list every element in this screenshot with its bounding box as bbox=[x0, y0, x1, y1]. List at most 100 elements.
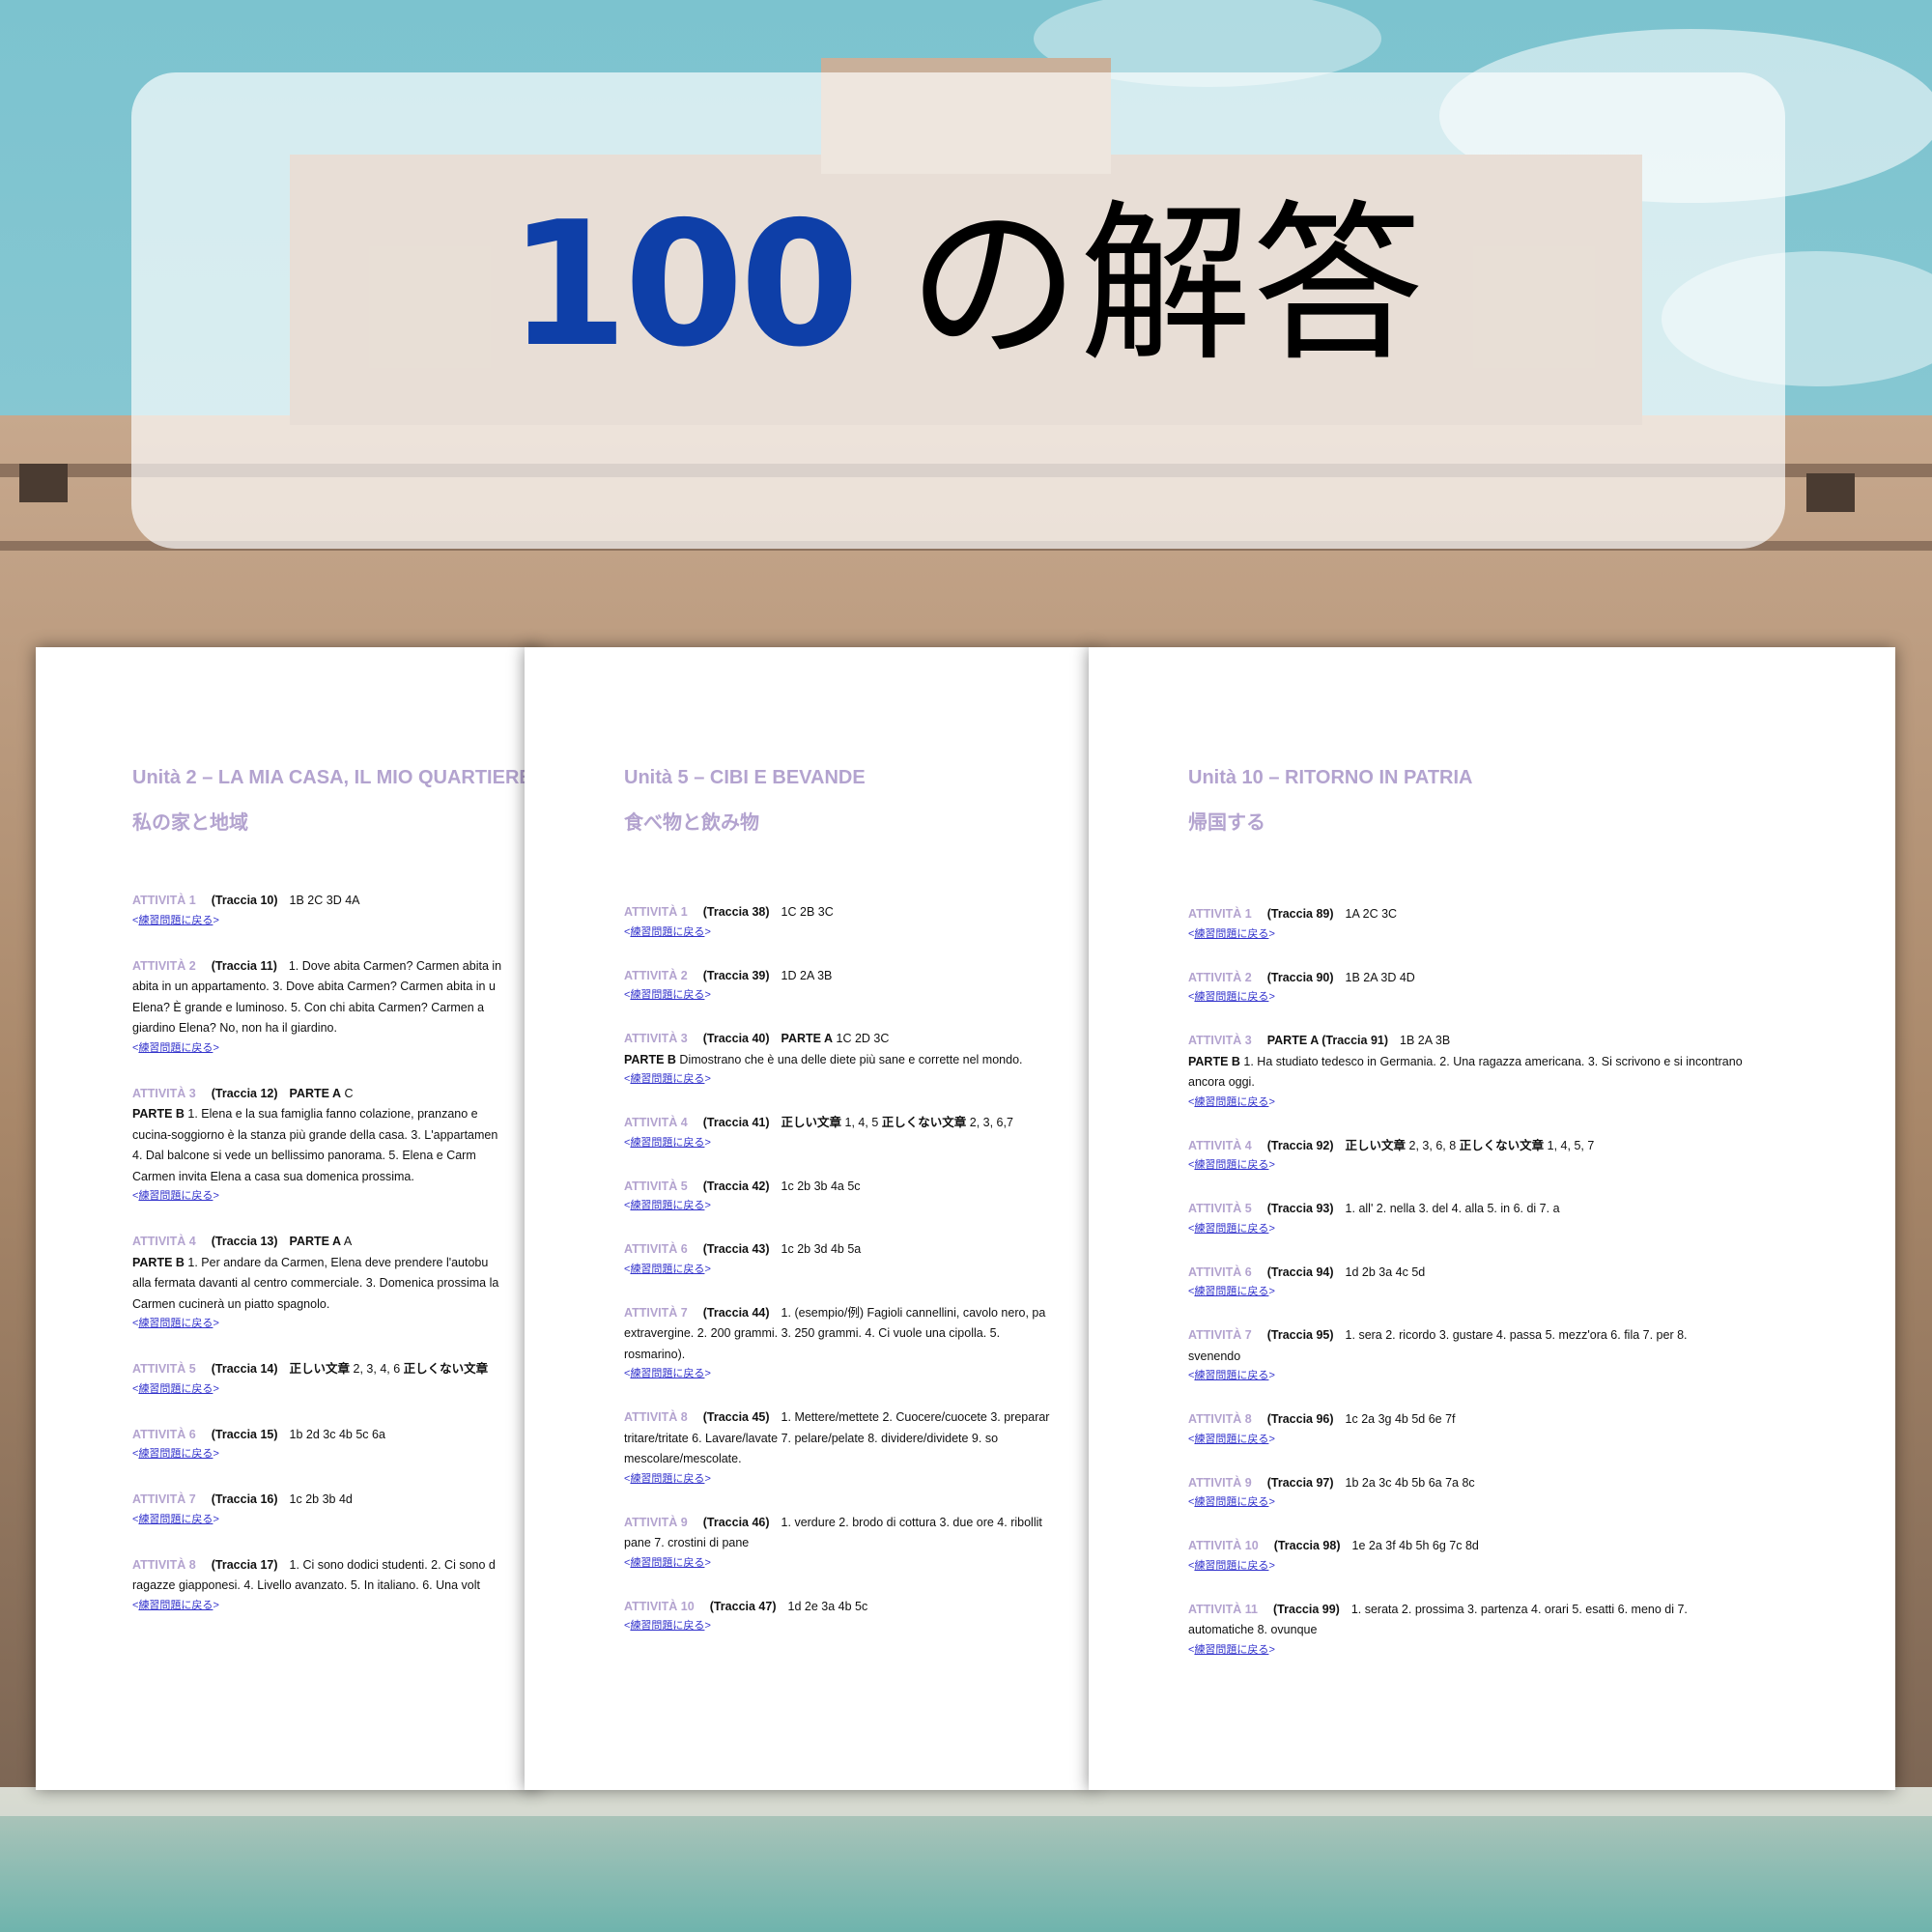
answer-line: ATTIVITÀ 5 (Traccia 42) 1c 2b 3b 4a 5c bbox=[624, 1177, 1094, 1198]
back-to-exercise-link[interactable]: <練習問題に戻る> bbox=[1188, 1641, 1791, 1659]
back-link-text[interactable]: 練習問題に戻る bbox=[630, 1264, 704, 1275]
answer-line: PARTE B 1. Elena e la sua famiglia fanno… bbox=[132, 1104, 538, 1125]
back-to-exercise-link[interactable]: <練習問題に戻る> bbox=[1188, 925, 1791, 943]
back-link-text[interactable]: 練習問題に戻る bbox=[138, 1514, 213, 1525]
back-to-exercise-link[interactable]: <練習問題に戻る> bbox=[132, 912, 538, 929]
track-label: (Traccia 43) bbox=[702, 1242, 770, 1256]
back-link-text[interactable]: 練習問題に戻る bbox=[138, 1042, 213, 1054]
back-to-exercise-link[interactable]: <練習問題に戻る> bbox=[624, 1554, 1094, 1572]
back-to-exercise-link[interactable]: <練習問題に戻る> bbox=[624, 923, 1094, 941]
back-to-exercise-link[interactable]: <練習問題に戻る> bbox=[132, 1187, 538, 1205]
answer-line: ATTIVITÀ 3 PARTE A (Traccia 91) 1B 2A 3B bbox=[1188, 1031, 1791, 1052]
back-link-text[interactable]: 練習問題に戻る bbox=[138, 1190, 213, 1202]
back-to-exercise-link[interactable]: <練習問題に戻る> bbox=[1188, 1094, 1791, 1111]
activity-block: ATTIVITÀ 7 (Traccia 16) 1c 2b 3b 4d <練習問題に戻… bbox=[132, 1490, 538, 1528]
back-link-text[interactable]: 練習問題に戻る bbox=[630, 1368, 704, 1379]
answer-line: ATTIVITÀ 6 (Traccia 94) 1d 2b 3a 4c 5d bbox=[1188, 1263, 1791, 1284]
back-to-exercise-link[interactable]: <練習問題に戻る> bbox=[1188, 1367, 1791, 1384]
activity-label: ATTIVITÀ 5 bbox=[132, 1362, 196, 1376]
answer-text: automatiche 8. ovunque bbox=[1188, 1623, 1318, 1636]
back-link-text[interactable]: 練習問題に戻る bbox=[138, 1318, 213, 1329]
answer-line: svenendo bbox=[1188, 1347, 1791, 1368]
back-to-exercise-link[interactable]: <練習問題に戻る> bbox=[624, 1261, 1094, 1278]
answer-text: mescolare/mescolate. bbox=[624, 1452, 742, 1465]
answer-line: ATTIVITÀ 3 (Traccia 40) PARTE A 1C 2D 3C bbox=[624, 1029, 1094, 1050]
answer-text: 1. Dove abita Carmen? Carmen abita in bbox=[288, 958, 502, 973]
back-link-text[interactable]: 練習問題に戻る bbox=[1194, 1434, 1268, 1445]
track-label: (Traccia 42) bbox=[702, 1179, 770, 1193]
answer-line: abita in un appartamento. 3. Dove abita … bbox=[132, 977, 538, 998]
back-link-text[interactable]: 練習問題に戻る bbox=[1194, 1370, 1268, 1381]
answer-label: PARTE A bbox=[289, 1235, 342, 1248]
back-link-text[interactable]: 練習問題に戻る bbox=[1194, 1096, 1268, 1108]
back-link-text[interactable]: 練習問題に戻る bbox=[630, 989, 704, 1001]
back-link-text[interactable]: 練習問題に戻る bbox=[138, 1448, 213, 1460]
back-to-exercise-link[interactable]: <練習問題に戻る> bbox=[1188, 1156, 1791, 1174]
bracket-close: > bbox=[1268, 1559, 1275, 1572]
back-to-exercise-link[interactable]: <練習問題に戻る> bbox=[1188, 1493, 1791, 1511]
back-link-text[interactable]: 練習問題に戻る bbox=[1194, 1286, 1268, 1297]
back-to-exercise-link[interactable]: <練習問題に戻る> bbox=[624, 1134, 1094, 1151]
back-to-exercise-link[interactable]: <練習問題に戻る> bbox=[1188, 1557, 1791, 1575]
answer-label: PARTE B bbox=[1188, 1054, 1240, 1068]
back-link-text[interactable]: 練習問題に戻る bbox=[1194, 1223, 1268, 1235]
back-link-text[interactable]: 練習問題に戻る bbox=[630, 1473, 704, 1485]
track-label: (Traccia 39) bbox=[702, 968, 770, 982]
back-to-exercise-link[interactable]: <練習問題に戻る> bbox=[132, 1315, 538, 1332]
answer-text: giardino Elena? No, non ha il giardino. bbox=[132, 1021, 337, 1035]
back-to-exercise-link[interactable]: <練習問題に戻る> bbox=[624, 1197, 1094, 1214]
back-link-text[interactable]: 練習問題に戻る bbox=[1194, 1159, 1268, 1171]
back-link-text[interactable]: 練習問題に戻る bbox=[630, 926, 704, 938]
back-to-exercise-link[interactable]: <練習問題に戻る> bbox=[1188, 988, 1791, 1006]
answer-text: 1C 2D 3C bbox=[833, 1032, 890, 1045]
answer-text: pane 7. crostini di pane bbox=[624, 1536, 750, 1549]
activity-label: ATTIVITÀ 9 bbox=[1188, 1475, 1252, 1490]
bracket-close: > bbox=[1268, 1222, 1275, 1235]
answer-line: ATTIVITÀ 4 (Traccia 41) 正しい文章 1, 4, 5 正しくな… bbox=[624, 1113, 1094, 1134]
answer-text: 1A 2C 3C bbox=[1345, 907, 1398, 921]
back-link-text[interactable]: 練習問題に戻る bbox=[630, 1073, 704, 1085]
back-link-text[interactable]: 練習問題に戻る bbox=[1194, 1560, 1268, 1572]
back-to-exercise-link[interactable]: <練習問題に戻る> bbox=[624, 1070, 1094, 1088]
bracket-close: > bbox=[213, 1599, 219, 1611]
answer-label: PARTE A bbox=[781, 1032, 834, 1045]
back-link-text[interactable]: 練習問題に戻る bbox=[630, 1200, 704, 1211]
back-link-text[interactable]: 練習問題に戻る bbox=[138, 1600, 213, 1611]
back-link-text[interactable]: 練習問題に戻る bbox=[630, 1137, 704, 1149]
answer-text: 2, 3, 6, 8 bbox=[1406, 1138, 1460, 1152]
back-link-text[interactable]: 練習問題に戻る bbox=[138, 915, 213, 926]
back-link-text[interactable]: 練習問題に戻る bbox=[1194, 991, 1268, 1003]
back-link-text[interactable]: 練習問題に戻る bbox=[1194, 928, 1268, 940]
answer-line: ATTIVITÀ 1 (Traccia 89) 1A 2C 3C bbox=[1188, 904, 1791, 925]
back-to-exercise-link[interactable]: <練習問題に戻る> bbox=[132, 1039, 538, 1057]
back-link-text[interactable]: 練習問題に戻る bbox=[1194, 1644, 1268, 1656]
back-to-exercise-link[interactable]: <練習問題に戻る> bbox=[624, 1365, 1094, 1382]
answer-line: ATTIVITÀ 4 (Traccia 13) PARTE A A bbox=[132, 1232, 538, 1253]
back-to-exercise-link[interactable]: <練習問題に戻る> bbox=[1188, 1220, 1791, 1237]
unit-subtitle: 私の家と地域 bbox=[132, 812, 248, 834]
bracket-close: > bbox=[1268, 1643, 1275, 1656]
track-label: (Traccia 46) bbox=[702, 1515, 770, 1529]
back-to-exercise-link[interactable]: <練習問題に戻る> bbox=[624, 1617, 1094, 1634]
back-link-text[interactable]: 練習問題に戻る bbox=[630, 1557, 704, 1569]
back-to-exercise-link[interactable]: <練習問題に戻る> bbox=[132, 1445, 538, 1463]
answer-line: PARTE B 1. Per andare da Carmen, Elena d… bbox=[132, 1253, 538, 1274]
bracket-close: > bbox=[1268, 1496, 1275, 1508]
back-to-exercise-link[interactable]: <練習問題に戻る> bbox=[132, 1597, 538, 1614]
answer-text: 2, 3, 6,7 bbox=[966, 1116, 1013, 1129]
unit-title: Unità 10 – RITORNO IN PATRIA bbox=[1188, 767, 1473, 788]
back-link-text[interactable]: 練習問題に戻る bbox=[138, 1383, 213, 1395]
back-to-exercise-link[interactable]: <練習問題に戻る> bbox=[624, 1470, 1094, 1488]
answer-text: Elena? È grande e luminoso. 5. Con chi a… bbox=[132, 1000, 485, 1014]
back-link-text[interactable]: 練習問題に戻る bbox=[1194, 1496, 1268, 1508]
back-to-exercise-link[interactable]: <練習問題に戻る> bbox=[1188, 1431, 1791, 1448]
track-label: (Traccia 16) bbox=[211, 1492, 278, 1506]
back-link-text[interactable]: 練習問題に戻る bbox=[630, 1620, 704, 1632]
answer-line: ATTIVITÀ 3 (Traccia 12) PARTE A C bbox=[132, 1084, 538, 1105]
back-to-exercise-link[interactable]: <練習問題に戻る> bbox=[624, 986, 1094, 1004]
activity-block: ATTIVITÀ 6 (Traccia 43) 1c 2b 3d 4b 5a <練習問… bbox=[624, 1239, 1094, 1278]
back-to-exercise-link[interactable]: <練習問題に戻る> bbox=[132, 1380, 538, 1398]
back-to-exercise-link[interactable]: <練習問題に戻る> bbox=[1188, 1283, 1791, 1300]
back-to-exercise-link[interactable]: <練習問題に戻る> bbox=[132, 1511, 538, 1528]
answer-label: 正しくない文章 bbox=[881, 1116, 967, 1129]
